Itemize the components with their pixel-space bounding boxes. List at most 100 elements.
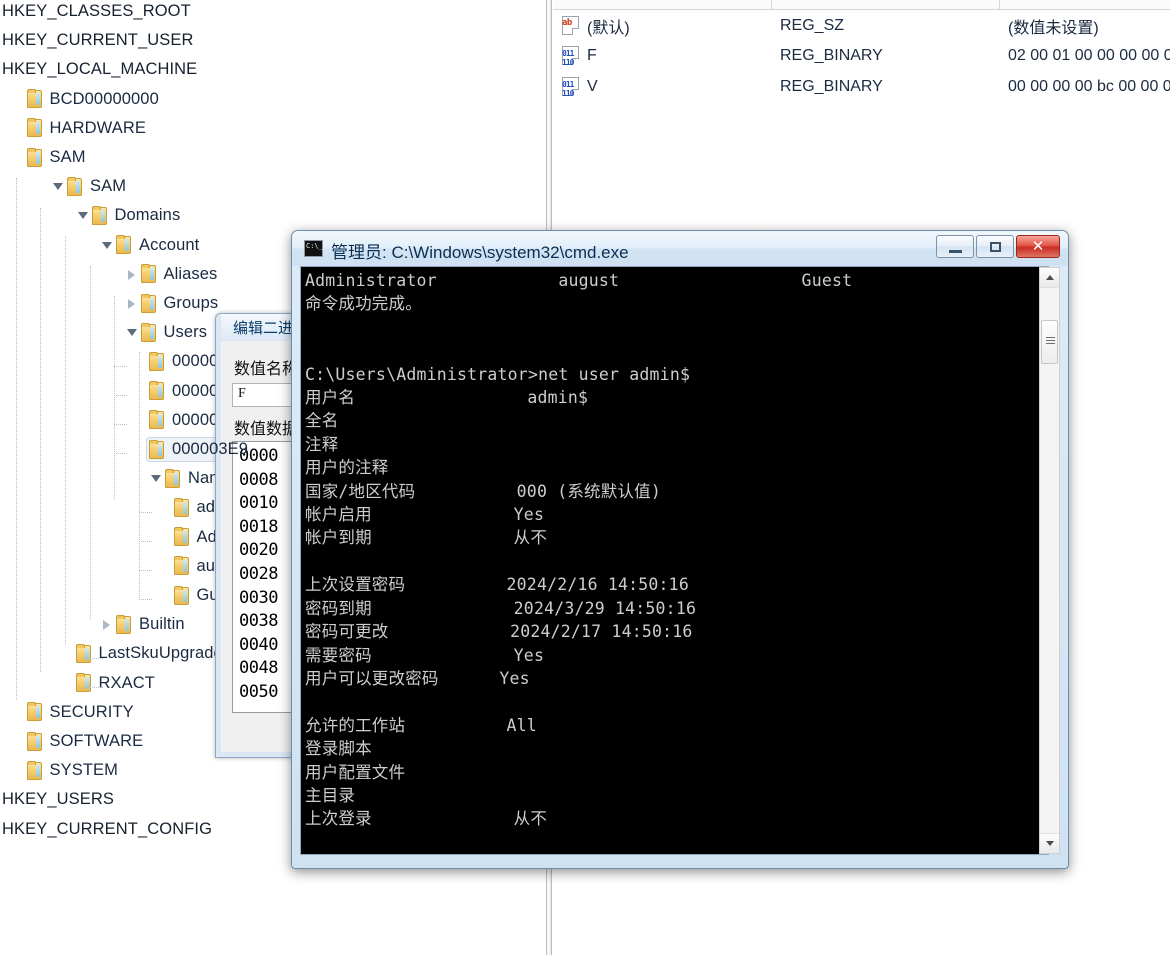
- minimize-icon: [937, 236, 973, 257]
- tree-item-label: HKEY_CURRENT_CONFIG: [2, 819, 213, 838]
- tree-item-label: SECURITY: [49, 702, 134, 721]
- tree-item-label: SAM: [90, 177, 127, 196]
- tree-item-label: Aliases: [163, 264, 218, 283]
- scroll-up-arrow[interactable]: [1040, 268, 1059, 288]
- tree-item-label: Builtin: [139, 615, 185, 634]
- folder-icon: [173, 556, 191, 576]
- chevron-down-icon[interactable]: [125, 326, 138, 339]
- tree-item-label: LastSkuUpgrade: [98, 644, 223, 663]
- folder-icon: [149, 410, 166, 430]
- chevron-right-icon[interactable]: [100, 618, 113, 631]
- folder-icon: [173, 585, 191, 606]
- cmd-app-icon: [304, 240, 323, 257]
- chevron-down-icon[interactable]: [149, 472, 162, 485]
- folder-icon: [149, 439, 166, 460]
- folder-icon: [116, 614, 133, 635]
- folder-icon: [173, 497, 191, 518]
- column-separator-type[interactable]: [771, 0, 772, 9]
- folder-icon: [173, 527, 191, 547]
- tree-item-label: SOFTWARE: [49, 732, 144, 750]
- folder-icon: [149, 381, 166, 401]
- binary-value-icon: 011 110: [560, 76, 582, 98]
- maximize-button[interactable]: [976, 235, 1014, 258]
- tree-item-bcd00000000[interactable]: BCD00000000: [26, 85, 159, 114]
- chevron-down-icon[interactable]: [100, 239, 113, 252]
- value-type: REG_BINARY: [780, 47, 883, 64]
- cmd-window-title: 管理员: C:\Windows\system32\cmd.exe: [331, 243, 629, 262]
- tree-guide-line: [114, 395, 127, 397]
- tree-item-sam[interactable]: SAM: [26, 143, 86, 172]
- tree-guide-line: [139, 570, 152, 572]
- chevron-down-icon[interactable]: [51, 180, 64, 193]
- tree-item-label: BCD00000000: [49, 89, 159, 108]
- string-value-icon: ab: [560, 15, 582, 36]
- value-name-label: 数值名称: [234, 361, 299, 378]
- value-data-label: 数值数据: [234, 421, 299, 438]
- folder-icon: [140, 264, 158, 284]
- tree-item-security[interactable]: SECURITY: [26, 698, 134, 727]
- value-name: (默认): [587, 19, 630, 37]
- tree-item-system[interactable]: SYSTEM: [26, 756, 118, 785]
- tree-guide-line: [65, 236, 67, 645]
- tree-item-hkey-local-machine[interactable]: HKEY_LOCAL_MACHINE: [2, 55, 197, 84]
- tree-item-hkey-classes-root[interactable]: HKEY_CLASSES_ROOT: [2, 0, 191, 26]
- tree-item-label: Groups: [163, 294, 219, 312]
- tree-guide-line: [90, 658, 103, 660]
- folder-icon: [149, 351, 166, 372]
- folder-icon: [26, 731, 44, 752]
- tree-item-builtin[interactable]: Builtin: [100, 610, 185, 639]
- scroll-down-arrow[interactable]: [1040, 833, 1059, 853]
- tree-item-lastskuupgrade[interactable]: LastSkuUpgrade: [75, 639, 223, 668]
- tree-item-hkey-current-config[interactable]: HKEY_CURRENT_CONFIG: [2, 815, 212, 844]
- folder-icon: [26, 118, 44, 138]
- tree-guide-line: [139, 541, 152, 543]
- value-name: F: [587, 47, 597, 64]
- tree-guide-line: [114, 296, 116, 500]
- cmd-window[interactable]: 管理员: C:\Windows\system32\cmd.exe ✕ Admin…: [291, 230, 1069, 869]
- hex-offsets: 0000 0008 0010 0018 0020 0028 0030 0038 …: [239, 446, 278, 702]
- tree-item-rxact[interactable]: RXACT: [75, 669, 155, 698]
- chevron-right-icon[interactable]: [125, 297, 138, 310]
- folder-icon: [26, 147, 44, 168]
- tree-item-users[interactable]: Users: [125, 318, 208, 347]
- tree-guide-line: [139, 512, 152, 514]
- console-scrollbar[interactable]: [1039, 267, 1060, 854]
- folder-icon: [140, 322, 158, 343]
- tree-guide-line: [114, 366, 127, 368]
- folder-icon: [75, 673, 93, 693]
- registry-value-row[interactable]: 011110 V REG_BINARY 00 00 00 00 bc 00 00 00…: [553, 71, 1170, 102]
- close-icon: ✕: [1031, 237, 1045, 255]
- tree-item-hkey-users[interactable]: HKEY_USERS: [2, 785, 114, 814]
- tree-guide-line: [114, 453, 127, 455]
- scrollbar-thumb[interactable]: [1041, 320, 1058, 364]
- tree-item-sam[interactable]: SAM: [51, 172, 126, 201]
- folder-icon: [91, 205, 109, 226]
- tree-item-hkey-current-user[interactable]: HKEY_CURRENT_USER: [2, 26, 194, 55]
- tree-item-software[interactable]: SOFTWARE: [26, 727, 144, 756]
- tree-guide-line: [139, 352, 141, 600]
- close-button[interactable]: ✕: [1016, 235, 1060, 258]
- tree-guide-line: [90, 687, 103, 689]
- tree-guide-line: [40, 208, 42, 672]
- tree-item-domains[interactable]: Domains: [76, 201, 181, 230]
- tree-item-label: HKEY_LOCAL_MACHINE: [2, 60, 198, 79]
- console-output-area[interactable]: Administrator august Guest 命令成功完成。 C:\Us…: [300, 266, 1049, 855]
- maximize-icon: [977, 236, 1013, 257]
- tree-item-hardware[interactable]: HARDWARE: [26, 114, 146, 143]
- chevron-down-icon[interactable]: [76, 209, 89, 222]
- column-separator-data[interactable]: [999, 0, 1000, 9]
- registry-value-row[interactable]: ab (默认) REG_SZ (数值未设置): [553, 10, 1170, 41]
- tree-item-groups[interactable]: Groups: [125, 289, 219, 318]
- cmd-titlebar[interactable]: 管理员: C:\Windows\system32\cmd.exe ✕: [292, 231, 1068, 266]
- registry-value-row[interactable]: 011110 F REG_BINARY 02 00 01 00 00 00 00 00…: [553, 41, 1170, 72]
- value-data: 02 00 01 00 00 00 00 00 00 0: [1008, 47, 1170, 64]
- chevron-right-icon[interactable]: [125, 268, 138, 281]
- folder-icon: [26, 702, 44, 722]
- tree-item-aliases[interactable]: Aliases: [125, 260, 218, 289]
- tree-item-account[interactable]: Account: [100, 231, 199, 260]
- tree-item-label: Account: [139, 235, 200, 254]
- tree-item-label: HARDWARE: [49, 118, 146, 137]
- tree-item-label: Users: [163, 323, 208, 342]
- minimize-button[interactable]: [936, 235, 974, 258]
- value-data: 00 00 00 00 bc 00 00 00 02 0: [1008, 77, 1170, 95]
